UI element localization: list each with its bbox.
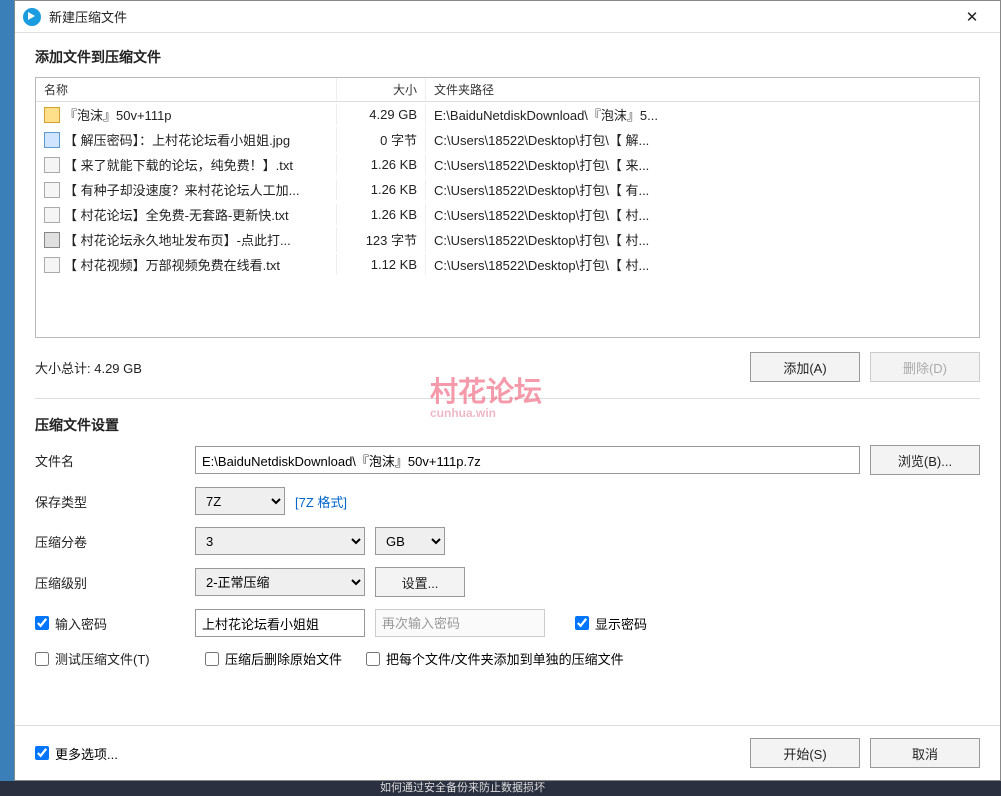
password-confirm-input[interactable] <box>375 609 545 637</box>
file-size: 0 字节 <box>336 127 426 152</box>
filename-input[interactable] <box>195 446 860 474</box>
file-path: C:\Users\18522\Desktop\打包\【 村... <box>426 202 979 227</box>
savetype-select[interactable]: 7Z <box>195 487 285 515</box>
file-path: C:\Users\18522\Desktop\打包\【 村... <box>426 227 979 252</box>
file-row[interactable]: 【 村花论坛永久地址发布页】-点此打... 123 字节C:\Users\1852… <box>36 227 979 252</box>
file-path: C:\Users\18522\Desktop\打包\【 解... <box>426 127 979 152</box>
file-path: C:\Users\18522\Desktop\打包\【 来... <box>426 152 979 177</box>
window-title: 新建压缩文件 <box>49 7 952 26</box>
more-options-label: 更多选项... <box>55 744 118 763</box>
file-icon <box>44 232 60 248</box>
dialog-window: 新建压缩文件 ✕ 添加文件到压缩文件 名称 大小 文件夹路径 『泡沫』50v+1… <box>14 0 1001 781</box>
file-name: 【 村花视频】万部视频免费在线看.txt <box>64 255 280 274</box>
browse-button[interactable]: 浏览(B)... <box>870 445 980 475</box>
show-password-label: 显示密码 <box>595 614 647 633</box>
password-checkbox-label: 输入密码 <box>55 614 107 633</box>
delete-button[interactable]: 删除(D) <box>870 352 980 382</box>
file-name: 【 有种子却没速度？来村花论坛人工加... <box>64 180 299 199</box>
file-size: 1.12 KB <box>336 254 426 275</box>
show-password-checkbox-input[interactable] <box>575 616 589 630</box>
file-icon <box>44 157 60 173</box>
file-name: 【 村花论坛】全免费-无套路-更新快.txt <box>64 205 289 224</box>
test-archive-label: 测试压缩文件(T) <box>55 649 150 668</box>
test-archive-checkbox[interactable]: 测试压缩文件(T) <box>35 649 205 668</box>
show-password-checkbox[interactable]: 显示密码 <box>575 614 647 633</box>
file-row[interactable]: 【 解压密码】：上村花论坛看小姐姐.jpg 0 字节C:\Users\18522\… <box>36 127 979 152</box>
each-separate-checkbox[interactable]: 把每个文件/文件夹添加到单独的压缩文件 <box>366 649 624 668</box>
file-icon <box>44 182 60 198</box>
delete-after-label: 压缩后删除原始文件 <box>225 649 342 668</box>
file-path: C:\Users\18522\Desktop\打包\【 村... <box>426 252 979 277</box>
file-size: 1.26 KB <box>336 154 426 175</box>
file-name: 【 来了就能下载的论坛，纯免费！】.txt <box>64 155 293 174</box>
split-unit-select[interactable]: GB <box>375 527 445 555</box>
total-size-label: 大小总计: 4.29 GB <box>35 358 750 377</box>
column-path[interactable]: 文件夹路径 <box>426 78 979 101</box>
file-name: 【 村花论坛永久地址发布页】-点此打... <box>64 230 291 249</box>
savetype-format-link[interactable]: [7Z 格式] <box>295 492 347 511</box>
file-name: 【 解压密码】：上村花论坛看小姐姐.jpg <box>64 130 290 149</box>
file-size: 1.26 KB <box>336 179 426 200</box>
file-row[interactable]: 【 有种子却没速度？来村花论坛人工加... 1.26 KBC:\Users\185… <box>36 177 979 202</box>
each-separate-label: 把每个文件/文件夹添加到单独的压缩文件 <box>386 649 624 668</box>
file-list: 名称 大小 文件夹路径 『泡沫』50v+111p 4.29 GBE:\BaiduN… <box>35 77 980 338</box>
file-row[interactable]: 【 村花论坛】全免费-无套路-更新快.txt 1.26 KBC:\Users\18… <box>36 202 979 227</box>
cancel-button[interactable]: 取消 <box>870 738 980 768</box>
password-input[interactable] <box>195 609 365 637</box>
file-icon <box>44 207 60 223</box>
start-button[interactable]: 开始(S) <box>750 738 860 768</box>
close-icon[interactable]: ✕ <box>952 3 992 31</box>
dialog-footer: 更多选项... 开始(S) 取消 <box>15 725 1000 780</box>
delete-after-checkbox[interactable]: 压缩后删除原始文件 <box>205 649 342 668</box>
savetype-label: 保存类型 <box>35 492 195 511</box>
file-size: 4.29 GB <box>336 104 426 125</box>
compression-level-label: 压缩级别 <box>35 573 195 592</box>
test-archive-checkbox-input[interactable] <box>35 652 49 666</box>
column-name[interactable]: 名称 <box>36 78 336 101</box>
section-add-files-title: 添加文件到压缩文件 <box>35 47 980 67</box>
file-size: 1.26 KB <box>336 204 426 225</box>
split-label: 压缩分卷 <box>35 532 195 551</box>
file-icon <box>44 257 60 273</box>
filename-label: 文件名 <box>35 451 195 470</box>
file-path: C:\Users\18522\Desktop\打包\【 有... <box>426 177 979 202</box>
section-settings-title: 压缩文件设置 <box>35 415 980 435</box>
compression-level-select[interactable]: 2-正常压缩 <box>195 568 365 596</box>
titlebar: 新建压缩文件 ✕ <box>15 1 1000 33</box>
file-row[interactable]: 『泡沫』50v+111p 4.29 GBE:\BaiduNetdiskDownlo… <box>36 102 979 127</box>
each-separate-checkbox-input[interactable] <box>366 652 380 666</box>
file-row[interactable]: 【 村花视频】万部视频免费在线看.txt 1.12 KBC:\Users\1852… <box>36 252 979 277</box>
file-icon <box>44 132 60 148</box>
file-row[interactable]: 【 来了就能下载的论坛，纯免费！】.txt 1.26 KBC:\Users\185… <box>36 152 979 177</box>
file-name: 『泡沫』50v+111p <box>64 105 172 124</box>
password-checkbox[interactable]: 输入密码 <box>35 614 195 633</box>
file-icon <box>44 107 60 123</box>
add-button[interactable]: 添加(A) <box>750 352 860 382</box>
background-app-text: 如何通过安全备份来防止数据损坏 <box>0 781 1001 796</box>
more-options-checkbox-input[interactable] <box>35 746 49 760</box>
password-checkbox-input[interactable] <box>35 616 49 630</box>
app-icon <box>23 8 41 26</box>
file-size: 123 字节 <box>336 227 426 252</box>
file-list-header[interactable]: 名称 大小 文件夹路径 <box>36 78 979 102</box>
delete-after-checkbox-input[interactable] <box>205 652 219 666</box>
file-path: E:\BaiduNetdiskDownload\『泡沫』5... <box>426 102 979 127</box>
column-size[interactable]: 大小 <box>336 78 426 101</box>
split-count-select[interactable]: 3 <box>195 527 365 555</box>
more-options-checkbox[interactable]: 更多选项... <box>35 744 750 763</box>
settings-button[interactable]: 设置... <box>375 567 465 597</box>
